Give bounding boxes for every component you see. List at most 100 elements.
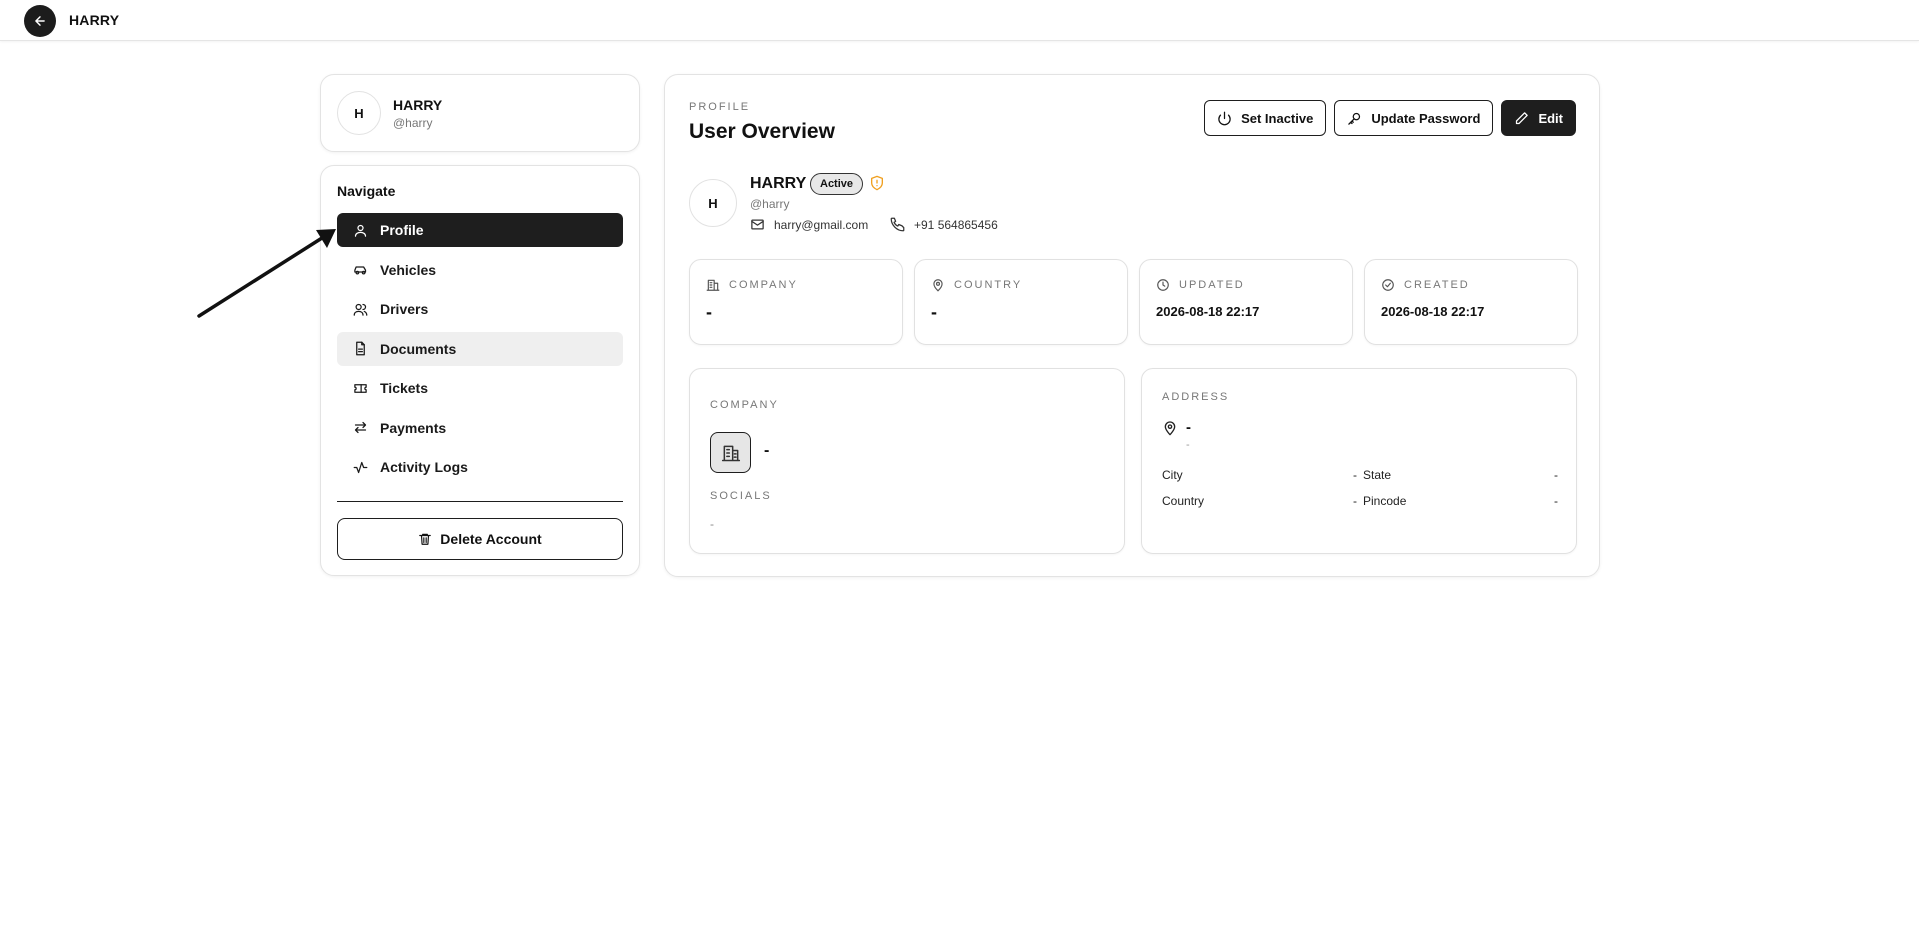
users-icon: [353, 303, 368, 316]
pincode-label: Pincode: [1363, 494, 1407, 508]
pincode-value: -: [1554, 494, 1558, 508]
sidebar-item-label: Profile: [380, 222, 424, 238]
ticket-icon: [354, 383, 367, 393]
edit-label: Edit: [1538, 110, 1563, 126]
phone-text: +91 564865456: [914, 217, 998, 232]
user-summary-card: H HARRY @harry: [320, 74, 640, 152]
address-line2: -: [1186, 439, 1190, 451]
navigation-card: Navigate Profile Vehicles Drivers Docume…: [320, 165, 640, 576]
company-panel: COMPANY - SOCIALS -: [689, 368, 1125, 554]
main-title: User Overview: [689, 120, 835, 143]
sidebar-item-label: Activity Logs: [380, 459, 468, 475]
stat-label-row: CREATED: [1381, 278, 1470, 292]
stat-value: 2026-08-18 22:17: [1381, 304, 1485, 319]
country-label: Country: [1162, 494, 1205, 508]
address-panel: ADDRESS - - City - State - Country - Pin…: [1141, 368, 1577, 554]
pencil-icon: [1516, 111, 1529, 124]
address-line1: -: [1186, 419, 1191, 436]
stat-country: COUNTRY -: [914, 259, 1128, 345]
country-value: -: [1353, 494, 1357, 508]
trash-icon: [419, 533, 432, 545]
stat-label-row: COUNTRY: [931, 278, 1022, 292]
action-buttons: Set Inactive Update Password Edit: [1204, 100, 1576, 136]
update-password-button[interactable]: Update Password: [1334, 100, 1494, 136]
building-icon: [706, 279, 720, 291]
stat-created: CREATED 2026-08-18 22:17: [1364, 259, 1578, 345]
profile-name: HARRY: [750, 175, 807, 192]
user-icon: [354, 224, 367, 237]
back-button[interactable]: [24, 5, 56, 37]
map-pin-icon: [933, 279, 943, 292]
shield-alert-icon: [871, 175, 883, 191]
map-pin-icon: [1164, 421, 1176, 436]
city-value: -: [1353, 468, 1357, 482]
power-icon: [1218, 111, 1231, 125]
sidebar-item-tickets[interactable]: Tickets: [337, 371, 623, 405]
user-overview-card: PROFILE User Overview Set Inactive Updat…: [664, 74, 1600, 577]
company-panel-label: COMPANY: [710, 399, 779, 411]
stat-value: -: [931, 302, 937, 322]
arrows-swap-icon: [354, 421, 367, 434]
sidebar-item-activity-logs[interactable]: Activity Logs: [337, 450, 623, 484]
avatar: H: [337, 91, 381, 135]
user-name: HARRY: [393, 97, 443, 113]
sidebar-item-label: Payments: [380, 419, 447, 436]
status-badge: Active: [810, 173, 864, 195]
top-bar: HARRY: [0, 0, 1919, 41]
activity-icon: [353, 461, 368, 473]
delete-account-button[interactable]: Delete Account: [337, 518, 623, 560]
building-icon: [721, 445, 740, 461]
phone-icon: [890, 217, 905, 232]
user-handle: @harry: [393, 116, 433, 130]
section-kicker: PROFILE: [689, 101, 751, 113]
sidebar-item-label: Tickets: [380, 380, 428, 396]
socials-label: SOCIALS: [710, 490, 772, 502]
email-text: harry@gmail.com: [774, 217, 869, 232]
sidebar-item-vehicles[interactable]: Vehicles: [337, 253, 623, 287]
nav-list: Profile Vehicles Drivers Documents Ticke…: [337, 213, 623, 490]
sidebar-item-label: Documents: [380, 340, 457, 357]
car-icon: [354, 266, 367, 275]
profile-avatar: H: [689, 179, 737, 227]
sidebar-item-drivers[interactable]: Drivers: [337, 292, 623, 326]
key-icon: [1348, 112, 1361, 125]
state-value: -: [1554, 468, 1558, 482]
address-panel-label: ADDRESS: [1162, 391, 1230, 403]
profile-handle: @harry: [750, 197, 790, 211]
edit-button[interactable]: Edit: [1501, 100, 1576, 136]
nav-title: Navigate: [337, 183, 396, 199]
company-name: -: [764, 442, 770, 459]
check-circle-icon: [1382, 279, 1394, 291]
set-inactive-label: Set Inactive: [1241, 110, 1314, 126]
socials-value: -: [710, 517, 714, 531]
delete-account-label: Delete Account: [440, 531, 542, 547]
city-label: City: [1162, 468, 1183, 482]
company-logo: [710, 432, 751, 473]
state-label: State: [1363, 468, 1392, 482]
phone-contact: +91 564865456: [890, 217, 998, 232]
page-title: HARRY: [69, 12, 120, 28]
set-inactive-button[interactable]: Set Inactive: [1204, 100, 1327, 136]
sidebar-item-documents[interactable]: Documents: [337, 331, 623, 366]
sidebar-item-payments[interactable]: Payments: [337, 411, 623, 445]
clock-icon: [1157, 279, 1169, 291]
stat-value: 2026-08-18 22:17: [1156, 304, 1260, 319]
stat-label: UPDATED: [1179, 279, 1245, 291]
stat-value: -: [706, 302, 712, 322]
stat-label-row: UPDATED: [1156, 278, 1245, 292]
sidebar-item-label: Drivers: [380, 301, 429, 317]
document-icon: [356, 341, 365, 356]
nav-divider: [337, 501, 623, 502]
stat-label-row: COMPANY: [706, 278, 798, 292]
stat-updated: UPDATED 2026-08-18 22:17: [1139, 259, 1353, 345]
sidebar-item-label: Vehicles: [380, 261, 437, 278]
email-contact: harry@gmail.com: [750, 217, 868, 232]
update-password-label: Update Password: [1371, 110, 1481, 126]
stat-label: CREATED: [1404, 279, 1470, 291]
stat-label: COMPANY: [729, 279, 798, 291]
stat-label: COUNTRY: [954, 279, 1023, 291]
stat-company: COMPANY -: [689, 259, 903, 345]
mail-icon: [751, 219, 764, 230]
arrow-left-icon: [35, 16, 45, 26]
sidebar-item-profile[interactable]: Profile: [337, 213, 623, 247]
